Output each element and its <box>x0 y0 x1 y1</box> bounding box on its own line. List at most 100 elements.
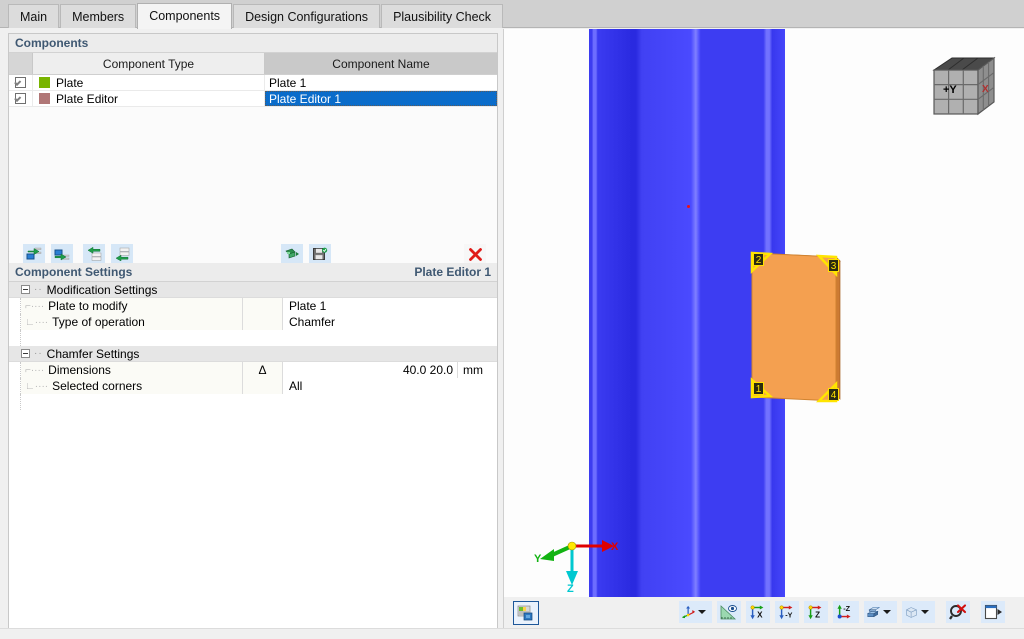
tree-branch-icon: ∟···· <box>25 381 48 392</box>
view-z-button[interactable]: Z <box>804 601 828 623</box>
property-symbol-delta: Δ <box>243 362 283 378</box>
property-symbol-cell <box>243 314 283 330</box>
layers-icon <box>867 605 880 620</box>
list-item[interactable]: ∟···· Selected corners All <box>9 378 497 394</box>
tree-branch-icon: ∟···· <box>25 317 48 328</box>
ruler-eye-icon <box>720 604 738 620</box>
tree-branch-icon: ⌐···· <box>25 301 44 312</box>
collapse-icon[interactable] <box>21 349 30 358</box>
visibility-button[interactable] <box>864 601 897 623</box>
tab-design-configurations[interactable]: Design Configurations <box>233 4 380 28</box>
view-x-button[interactable]: X <box>746 601 770 623</box>
checkbox-plate-editor[interactable] <box>15 93 26 104</box>
tree-gutter <box>9 394 21 410</box>
tree-gutter <box>9 330 21 346</box>
property-value-type-of-operation[interactable]: Chamfer <box>283 314 497 330</box>
component-up-icon <box>86 247 102 261</box>
table-row[interactable]: Plate Plate 1 <box>9 75 497 91</box>
tree-gutter <box>9 298 21 314</box>
components-section-title: Components <box>15 36 88 50</box>
tab-components[interactable]: Components <box>137 3 232 29</box>
property-name-cell: ⌐···· Dimensions <box>21 362 243 378</box>
render-mode-button[interactable] <box>513 601 539 625</box>
list-item[interactable]: ⌐···· Dimensions Δ 40.0 20.0 mm <box>9 362 497 378</box>
property-unit-dimensions[interactable]: mm <box>457 362 497 378</box>
column-header-component-type[interactable]: Component Type <box>33 53 265 74</box>
axis-triad: X Y Z <box>534 529 624 597</box>
component-settings-section-header: Component Settings Plate Editor 1 <box>9 263 497 282</box>
property-label: Selected corners <box>52 379 142 393</box>
insert-component-icon <box>26 247 42 261</box>
list-item[interactable]: ∟···· Type of operation Chamfer <box>9 314 497 330</box>
tab-members[interactable]: Members <box>60 4 136 28</box>
3d-viewport[interactable]: 2 3 1 4 X Y Z <box>503 29 1024 597</box>
tab-plausibility-check[interactable]: Plausibility Check <box>381 4 503 28</box>
nav-cube-side-label: X <box>982 84 989 95</box>
component-settings-title: Component Settings <box>15 265 132 279</box>
corner-label-1: 1 <box>753 382 764 395</box>
grid-select-all-header[interactable] <box>9 53 33 74</box>
list-item[interactable]: ⌐···· Plate to modify Plate 1 <box>9 298 497 314</box>
row-checkbox-cell[interactable] <box>9 75 33 90</box>
coordinate-system-button[interactable] <box>679 601 712 623</box>
cell-component-type: Plate <box>33 75 265 90</box>
group-chamfer-settings[interactable]: ·· Chamfer Settings <box>9 346 497 362</box>
group-title: Chamfer Settings <box>47 347 140 361</box>
row-checkbox-cell[interactable] <box>9 91 33 106</box>
plug-import-icon <box>284 247 300 261</box>
left-panel: Components Component Type Component Name… <box>8 33 498 631</box>
view-in-x-icon: X <box>749 604 767 620</box>
view-negative-z-button[interactable]: -Z <box>833 601 859 623</box>
group-title: Modification Settings <box>47 283 158 297</box>
view-in-z-icon: Z <box>807 604 825 620</box>
chevron-down-icon[interactable] <box>921 610 929 614</box>
corner-label-4: 4 <box>828 388 839 401</box>
checkbox-plate[interactable] <box>15 77 26 88</box>
svg-text:X: X <box>757 610 763 619</box>
import-component-button[interactable] <box>281 244 303 264</box>
wireframe-button[interactable] <box>902 601 935 623</box>
measure-button[interactable] <box>717 601 741 623</box>
panel-expand-icon <box>984 604 1002 620</box>
table-row[interactable]: Plate Editor Plate Editor 1 <box>9 91 497 107</box>
cell-component-name[interactable]: Plate 1 <box>265 75 497 90</box>
collapse-icon[interactable] <box>21 285 30 294</box>
navigation-cube[interactable]: +Y X <box>928 52 1000 122</box>
panel-toggle-button[interactable] <box>981 601 1005 623</box>
window-bottom-strip <box>0 628 1024 639</box>
property-symbol-cell <box>243 378 283 394</box>
duplicate-component-button[interactable] <box>51 244 73 264</box>
property-value-dimensions[interactable]: 40.0 20.0 <box>283 362 457 378</box>
tree-connector: ·· <box>34 348 43 359</box>
cell-component-name-selected[interactable]: Plate Editor 1 <box>265 91 497 106</box>
property-value-selected-corners[interactable]: All <box>283 378 497 394</box>
viewport-toolbar: X -Y <box>503 597 1024 628</box>
axis-label-z: Z <box>567 583 574 595</box>
axis-triad-icon <box>534 529 624 597</box>
reset-zoom-button[interactable] <box>946 601 970 623</box>
tree-branch-icon: ⌐···· <box>25 365 44 376</box>
property-label: Type of operation <box>52 315 145 329</box>
save-component-button[interactable] <box>309 244 331 264</box>
property-symbol-cell <box>243 298 283 314</box>
view-negative-y-button[interactable]: -Y <box>775 601 799 623</box>
color-swatch-plate <box>39 77 50 88</box>
move-up-component-button[interactable] <box>83 244 105 264</box>
view-in-negative-z-icon: -Z <box>836 604 856 620</box>
color-swatch-plate-editor <box>39 93 50 104</box>
delete-component-button[interactable] <box>464 244 486 264</box>
view-in-negative-y-icon: -Y <box>778 604 796 620</box>
property-value-plate-to-modify[interactable]: Plate 1 <box>283 298 497 314</box>
new-component-button[interactable] <box>23 244 45 264</box>
corner-label-3: 3 <box>828 259 839 272</box>
chevron-down-icon[interactable] <box>883 610 891 614</box>
group-modification-settings[interactable]: ·· Modification Settings <box>9 282 497 298</box>
tree-gutter <box>9 362 21 378</box>
chevron-down-icon[interactable] <box>698 610 706 614</box>
plate-geometry[interactable]: 2 3 1 4 <box>750 251 842 406</box>
column-header-component-name[interactable]: Component Name <box>265 53 497 74</box>
move-down-component-button[interactable] <box>111 244 133 264</box>
tree-spacer <box>9 330 497 346</box>
tab-main[interactable]: Main <box>8 4 59 28</box>
property-label: Dimensions <box>48 363 111 377</box>
